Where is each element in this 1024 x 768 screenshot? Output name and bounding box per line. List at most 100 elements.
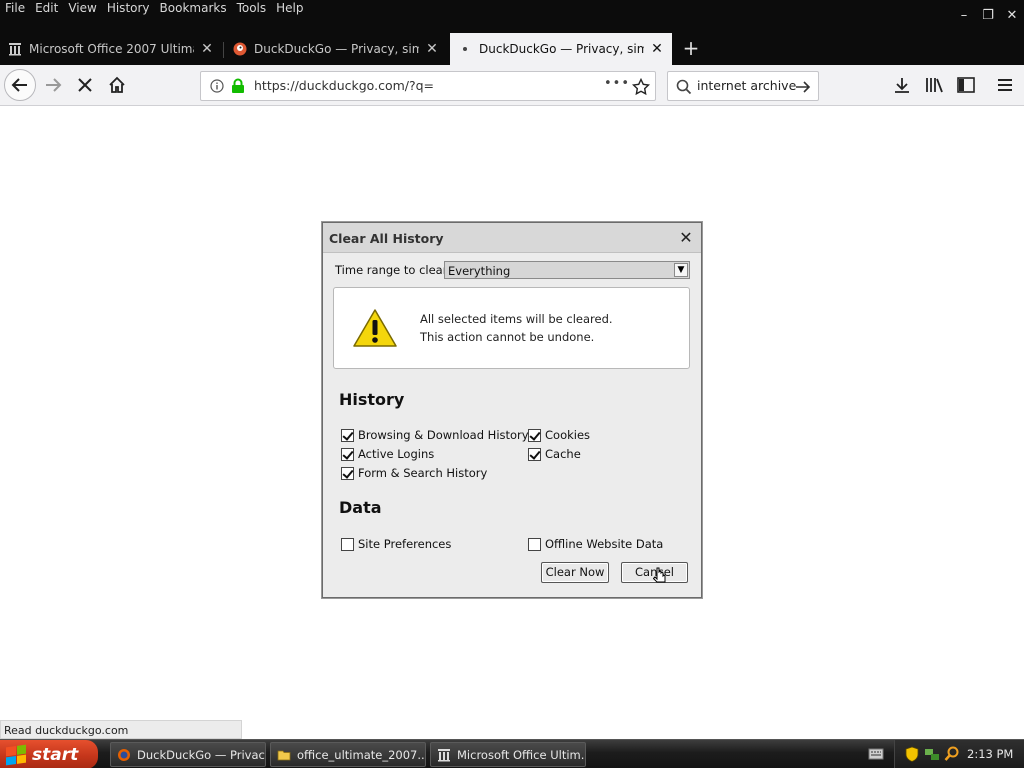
taskbar-item-folder[interactable]: office_ultimate_2007... [270, 742, 426, 767]
tab-label: DuckDuckGo — Privacy, simplified. [479, 42, 644, 56]
checkbox-checked[interactable] [341, 466, 354, 480]
menu-edit[interactable]: Edit [35, 1, 64, 16]
time-range-select[interactable]: Everything ▼ [444, 261, 690, 279]
window-close-button[interactable]: ✕ [1000, 6, 1024, 28]
mouse-cursor-icon [653, 567, 666, 583]
downloads-button[interactable] [887, 71, 917, 99]
tab-duckduckgo[interactable]: DuckDuckGo — Privacy, simplified. ✕ [225, 33, 447, 65]
tab-label: Microsoft Office 2007 Ultimate FR [29, 42, 194, 56]
warning-line-1: All selected items will be cleared. [420, 312, 613, 326]
checkbox-active-logins[interactable]: Active Logins [341, 447, 434, 461]
library-icon [926, 78, 943, 93]
search-icon [676, 79, 692, 95]
tab-office[interactable]: Microsoft Office 2007 Ultimate FR ✕ [0, 33, 222, 65]
restore-button[interactable]: ❐ [976, 6, 1000, 28]
library-button[interactable] [919, 71, 949, 99]
dialog-title: Clear All History [329, 231, 444, 246]
warning-box: All selected items will be cleared. This… [333, 287, 690, 369]
checkbox-site-preferences[interactable]: Site Preferences [341, 537, 451, 551]
warning-icon [353, 309, 397, 347]
tab-close-icon[interactable]: ✕ [425, 41, 439, 57]
url-text[interactable]: https://duckduckgo.com/?q= [254, 78, 434, 93]
taskbar-item-label: DuckDuckGo — Privac... [137, 747, 266, 762]
minimize-button[interactable]: – [952, 6, 976, 28]
download-icon [895, 78, 909, 93]
lock-icon [232, 78, 244, 93]
menu-history[interactable]: History [107, 1, 156, 16]
checkbox-label: Active Logins [358, 447, 435, 461]
new-tab-button[interactable]: + [680, 38, 702, 59]
taskbar-item-firefox[interactable]: DuckDuckGo — Privac... [110, 742, 266, 767]
windows-flag-icon [6, 744, 26, 765]
sidebar-button[interactable] [951, 71, 981, 99]
back-button[interactable] [4, 69, 36, 101]
tab-strip: Microsoft Office 2007 Ultimate FR ✕ Duck… [0, 33, 1024, 65]
home-icon [109, 76, 125, 93]
menu-bookmarks[interactable]: Bookmarks [160, 1, 233, 16]
bookmark-star-icon [632, 78, 650, 96]
start-button[interactable]: start [0, 740, 98, 768]
back-arrow-icon [11, 78, 27, 92]
tab-close-icon[interactable]: ✕ [650, 41, 664, 57]
tab-divider [223, 42, 224, 58]
checkbox-unchecked[interactable] [341, 537, 354, 551]
forward-arrow-icon [46, 78, 62, 92]
url-bar[interactable]: https://duckduckgo.com/?q= ••• [200, 71, 656, 101]
home-button[interactable] [102, 71, 132, 99]
forward-button[interactable] [38, 71, 68, 99]
menu-button[interactable] [990, 71, 1020, 99]
keyboard-icon[interactable] [868, 747, 884, 761]
system-tray: 2:13 PM [894, 740, 1024, 768]
checkbox-label: Form & Search History [358, 466, 488, 480]
search-go-arrow-icon [796, 81, 811, 93]
taskbar: start DuckDuckGo — Privac... office_ulti… [0, 739, 1024, 768]
checkbox-browsing-download-history[interactable]: Browsing & Download History [341, 428, 529, 442]
checkbox-label: Offline Website Data [545, 537, 664, 551]
time-range-label: Time range to clear: [335, 263, 452, 277]
shield-icon[interactable] [905, 746, 919, 762]
clock: 2:13 PM [967, 747, 1014, 761]
dialog-close-icon[interactable]: ✕ [677, 229, 695, 247]
page-actions-icon[interactable]: ••• [604, 76, 630, 91]
warning-line-2: This action cannot be undone. [420, 330, 595, 344]
info-icon [210, 79, 224, 93]
checkbox-checked[interactable] [528, 447, 541, 461]
clear-now-button[interactable]: Clear Now [541, 562, 609, 583]
checkbox-checked[interactable] [341, 447, 354, 461]
archive-icon [8, 42, 22, 56]
checkbox-checked[interactable] [341, 428, 354, 442]
search-input[interactable]: internet archive [697, 78, 796, 93]
chevron-down-icon[interactable]: ▼ [674, 263, 688, 277]
sidebar-icon [957, 77, 975, 93]
menu-file[interactable]: File [5, 1, 31, 16]
data-heading: Data [339, 498, 382, 517]
time-range-value: Everything [448, 264, 511, 278]
loading-icon [458, 42, 472, 56]
checkbox-unchecked[interactable] [528, 537, 541, 551]
checkbox-label: Browsing & Download History [358, 428, 529, 442]
clear-history-dialog: Clear All History ✕ Time range to clear:… [322, 222, 702, 598]
hamburger-icon [998, 79, 1012, 91]
taskbar-item-archive[interactable]: Microsoft Office Ultim... [430, 742, 586, 767]
checkbox-offline-website-data[interactable]: Offline Website Data [528, 537, 663, 551]
stop-button[interactable] [70, 71, 100, 99]
checkbox-cache[interactable]: Cache [528, 447, 581, 461]
search-bar[interactable]: internet archive [667, 71, 819, 101]
menu-tools[interactable]: Tools [237, 1, 273, 16]
search-tray-icon[interactable] [944, 746, 960, 762]
archive-icon [437, 748, 451, 762]
checkbox-checked[interactable] [528, 428, 541, 442]
menu-help[interactable]: Help [276, 1, 309, 16]
folder-icon [277, 748, 291, 762]
menu-view[interactable]: View [68, 1, 102, 16]
checkbox-cookies[interactable]: Cookies [528, 428, 590, 442]
network-icon[interactable] [924, 746, 940, 762]
tab-duckduckgo-active[interactable]: DuckDuckGo — Privacy, simplified. ✕ [450, 33, 672, 65]
checkbox-label: Cache [545, 447, 581, 461]
firefox-icon [117, 748, 131, 762]
dialog-titlebar[interactable]: Clear All History ✕ [323, 223, 701, 253]
tab-close-icon[interactable]: ✕ [200, 41, 214, 57]
checkbox-form-search-history[interactable]: Form & Search History [341, 466, 487, 480]
duckduckgo-icon [233, 42, 247, 56]
history-heading: History [339, 390, 405, 409]
